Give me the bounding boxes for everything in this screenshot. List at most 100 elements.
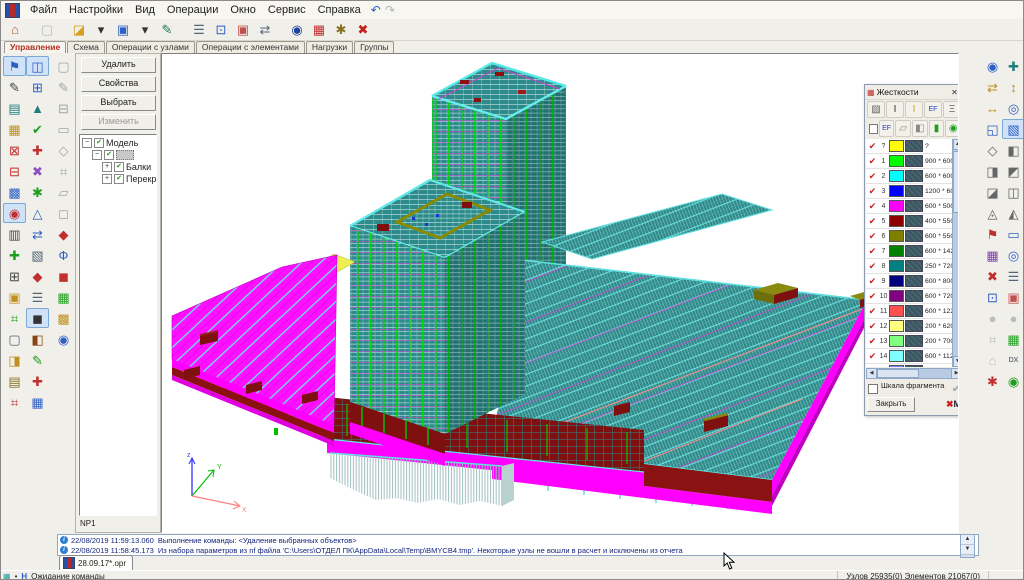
print-view-button[interactable]: ☰ <box>1002 266 1024 286</box>
close-icon[interactable]: ✕ <box>948 86 959 99</box>
stiffness-vertical-scrollbar[interactable]: ▲ ▼ <box>952 139 959 367</box>
rotate-y-button[interactable]: ↔ <box>981 98 1004 118</box>
checkbox-beams[interactable]: ✔ <box>114 162 124 172</box>
stiffness-row[interactable]: ✔ 9 600 * 800 <box>866 274 953 289</box>
tab-scheme[interactable]: Схема <box>67 41 105 53</box>
row-check-icon[interactable]: ✔ <box>867 186 878 197</box>
renumber-tool[interactable]: ✚ <box>26 371 49 391</box>
menu-window[interactable]: Окно <box>224 3 262 17</box>
ghost-select-tool[interactable]: ▢ <box>52 56 75 76</box>
paint-tool[interactable]: ✎ <box>26 350 49 370</box>
checkbox-model[interactable]: ✔ <box>94 138 104 148</box>
section-ibeam-button[interactable]: I <box>886 101 904 118</box>
menu-settings[interactable]: Настройки <box>63 3 129 17</box>
select-button[interactable]: Выбрать <box>81 95 156 111</box>
flag-tool[interactable]: ⚑ <box>3 56 26 76</box>
triangulate-tool[interactable]: △ <box>26 203 49 223</box>
stiffness-horizontal-scrollbar[interactable]: ◀ ▶ <box>866 368 959 379</box>
menu-file[interactable]: Файл <box>24 3 63 17</box>
report-table-button[interactable]: ▦ <box>308 20 330 40</box>
copy-fragment-button[interactable]: ⇄ <box>254 20 276 40</box>
ghost-ball-2[interactable]: ● <box>1002 308 1024 328</box>
collapse-icon[interactable]: − <box>82 138 92 148</box>
scroll-left-icon[interactable]: ◀ <box>867 369 877 378</box>
model-viewport[interactable]: z Y X ▦ Жесткости ✕ ▨ I <box>161 53 959 533</box>
select-nodes-tool[interactable]: ⊠ <box>3 140 26 160</box>
grid-off-button[interactable]: ⌗ <box>981 329 1004 349</box>
fragment-window-button[interactable]: ▭ <box>1002 224 1024 244</box>
plate-tool[interactable]: ▤ <box>3 98 26 118</box>
select-elements-tool[interactable]: ◉ <box>3 203 26 223</box>
copy-view-button[interactable]: ⊡ <box>981 287 1004 307</box>
row-check-icon[interactable]: ✔ <box>867 201 878 212</box>
ghost-box-tool[interactable]: ◻ <box>52 203 75 223</box>
materials-map-tool[interactable]: ▦ <box>52 287 75 307</box>
menu-help[interactable]: Справка <box>312 3 367 17</box>
merge-nodes-tool[interactable]: ⊟ <box>3 161 26 181</box>
ghost-rotate-tool[interactable]: ◇ <box>52 140 75 160</box>
capture-view-button[interactable]: ⊡ <box>210 20 232 40</box>
open-button[interactable]: ◪ <box>68 20 90 40</box>
ghost-plane-tool[interactable]: ▱ <box>52 182 75 202</box>
split-bar-tool[interactable]: ▧ <box>26 245 49 265</box>
row-check-icon[interactable]: ✔ <box>867 306 878 317</box>
row-check-icon[interactable]: ✔ <box>867 366 878 368</box>
ef-numeric-button[interactable]: EF <box>879 120 895 137</box>
cube-iso-view[interactable]: ◭ <box>1002 203 1024 223</box>
flag-view-button[interactable]: ⚑ <box>981 224 1004 244</box>
dx-mode-button[interactable]: DX <box>1002 350 1024 370</box>
cube-top-view[interactable]: ◫ <box>1002 182 1024 202</box>
copy-scheme-tool[interactable]: ▥ <box>3 224 26 244</box>
pan-view-button[interactable]: ✚ <box>1002 56 1024 76</box>
ghost-draw-tool[interactable]: ✎ <box>52 77 75 97</box>
plan-projection-button[interactable]: ◱ <box>981 119 1004 139</box>
rotate-x-button[interactable]: ↕ <box>1002 77 1024 97</box>
assemble-tool[interactable]: ▤ <box>3 371 26 391</box>
row-check-icon[interactable]: ✔ <box>867 171 878 182</box>
tab-node-operations[interactable]: Операции с узлами <box>106 41 195 53</box>
checkbox-slabs[interactable]: ✔ <box>114 174 124 184</box>
row-check-icon[interactable]: ✔ <box>867 321 878 332</box>
stiffness-row[interactable]: ✔ 6 600 * 550 <box>866 229 953 244</box>
tree-node-beams[interactable]: + ✔ Балки <box>82 161 156 173</box>
zoom-button[interactable]: ◎ <box>1002 245 1024 265</box>
open-dropdown[interactable]: ▾ <box>90 20 112 40</box>
tree-node-model[interactable]: − ✔ Модель <box>82 137 156 149</box>
row-check-icon[interactable]: ✔ <box>867 351 878 362</box>
table-input-tool[interactable]: ☰ <box>26 287 49 307</box>
cancel-fragment-button[interactable]: ✖ <box>981 266 1004 286</box>
edit-scheme-button[interactable]: ✎ <box>156 20 178 40</box>
ghost-grid-tool[interactable]: ⌗ <box>52 161 75 181</box>
section-steel-profile-button[interactable]: Ξ <box>943 101 959 118</box>
expand-icon[interactable]: + <box>102 162 112 172</box>
snap-tool[interactable]: ✱ <box>26 182 49 202</box>
stiffness-row[interactable]: ✔ 13 200 * 700 <box>866 334 953 349</box>
cube-front-view[interactable]: ◧ <box>1002 140 1024 160</box>
stiffness-dialog-titlebar[interactable]: ▦ Жесткости ✕ <box>865 85 959 100</box>
stiffness-row[interactable]: ✔ 15 200 * 520 <box>866 364 953 367</box>
document-tab[interactable]: 28.09.17*.opr <box>59 555 133 570</box>
dimetric-projection-button[interactable]: ▧ <box>1002 119 1024 139</box>
record-button[interactable]: ◉ <box>286 20 308 40</box>
close-dialog-button[interactable]: Закрыть <box>867 397 915 412</box>
grid-on-button[interactable]: ▦ <box>1002 329 1024 349</box>
properties-button[interactable]: Свойства <box>81 76 156 92</box>
collapse-icon[interactable]: − <box>92 150 102 160</box>
row-check-icon[interactable]: ✔ <box>867 276 878 287</box>
row-check-icon[interactable]: ✔ <box>867 246 878 257</box>
tree-node-current[interactable]: − ✔ <box>82 149 156 161</box>
delete-nodes-tool[interactable]: ✖ <box>26 161 49 181</box>
grid-lines-tool[interactable]: ⌗ <box>3 308 26 328</box>
save-image-button[interactable]: ▣ <box>232 20 254 40</box>
expand-icon[interactable]: + <box>102 174 112 184</box>
stiffness-row[interactable]: ✔ 1 900 * 600 <box>866 154 953 169</box>
slab-tool[interactable]: ◨ <box>3 350 26 370</box>
layers-tool[interactable]: ▦ <box>3 119 26 139</box>
stiffness-row[interactable]: ✔ 12 200 * 620 <box>866 319 953 334</box>
model-canvas[interactable]: z Y X <box>162 54 959 532</box>
groups-map-tool[interactable]: ▦ <box>26 392 49 412</box>
row-check-icon[interactable]: ✔ <box>867 291 878 302</box>
knot-path-button[interactable]: ✱ <box>981 371 1004 391</box>
intersect-tool[interactable]: ✚ <box>3 245 26 265</box>
stiffness-row[interactable]: ✔ 3 1200 * 600 <box>866 184 953 199</box>
